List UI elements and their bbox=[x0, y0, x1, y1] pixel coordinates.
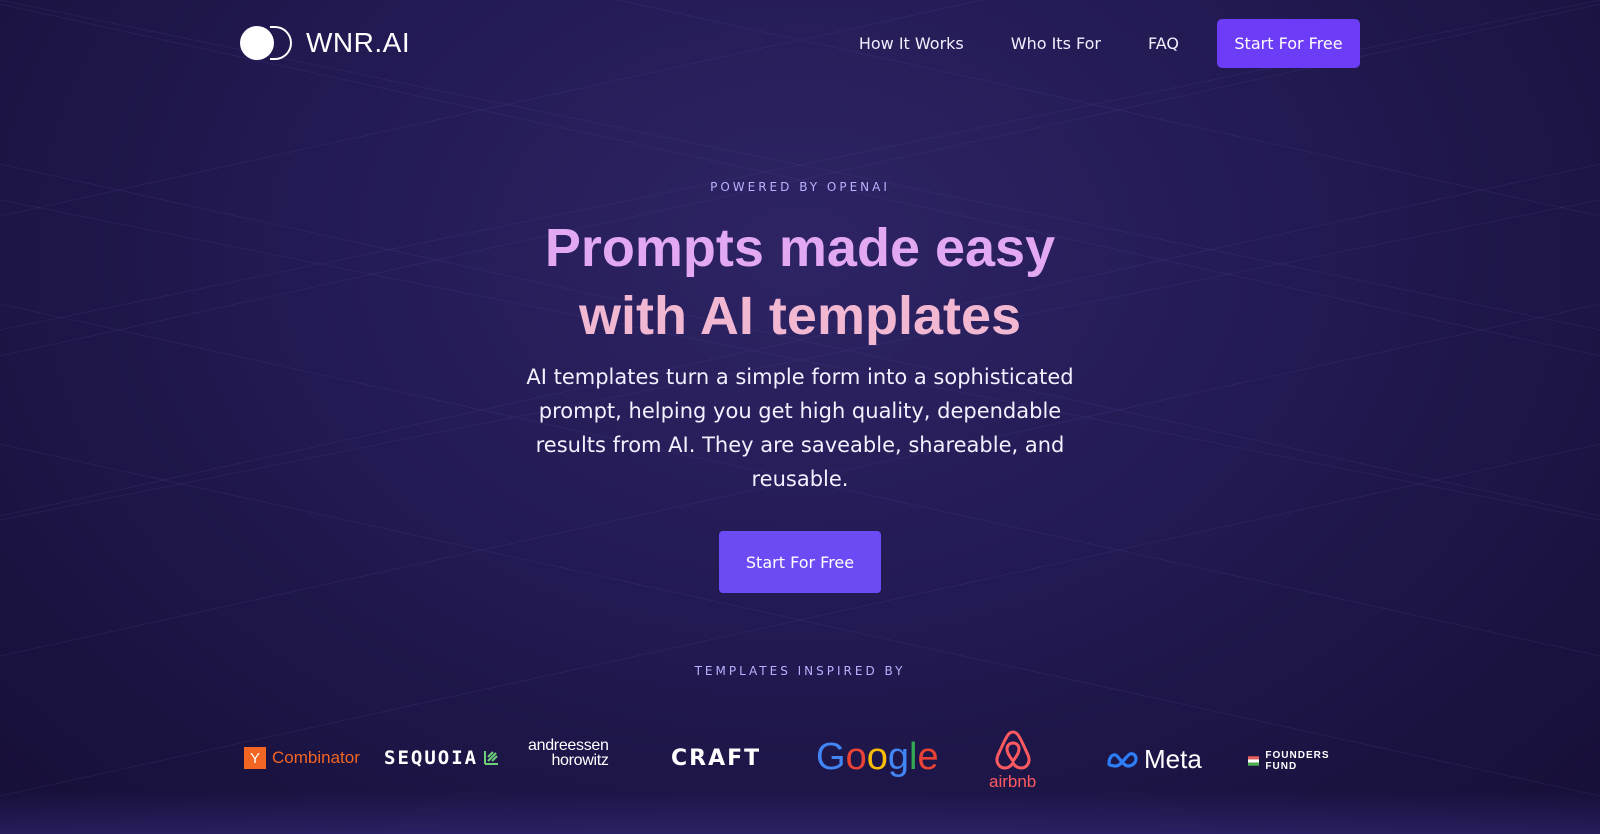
a16z-line-2: horowitz bbox=[551, 752, 609, 769]
craft-logo: CRAFT bbox=[671, 746, 761, 771]
nav-link-faq[interactable]: FAQ bbox=[1148, 34, 1179, 53]
hero-start-button[interactable]: Start For Free bbox=[719, 531, 881, 593]
hero-eyebrow: POWERED BY OPENAI bbox=[710, 180, 890, 194]
hero-subtext: AI templates turn a simple form into a s… bbox=[526, 365, 1074, 491]
sequoia-leaf-icon bbox=[484, 751, 499, 765]
airbnb-belo-icon bbox=[995, 730, 1031, 770]
bottom-glow bbox=[0, 790, 1600, 834]
hero-headline: Prompts made easy with AI templates bbox=[0, 214, 1600, 350]
google-logo: Google bbox=[816, 736, 939, 779]
ycombinator-mark-icon: Y bbox=[244, 747, 266, 769]
sequoia-text: SEQUOIA bbox=[384, 747, 479, 769]
meta-logo: Meta bbox=[1106, 744, 1202, 775]
meta-infinity-icon bbox=[1107, 751, 1138, 768]
craft-text: CRAFT bbox=[671, 746, 762, 771]
google-letter: o bbox=[845, 736, 867, 778]
google-letter: e bbox=[917, 736, 939, 778]
ycombinator-text: Combinator bbox=[272, 748, 360, 767]
google-letter: G bbox=[816, 736, 846, 778]
a16z-line-1: andreessen bbox=[528, 737, 609, 754]
site-header: WNR.AI How It Works Who Its For FAQ Star… bbox=[0, 0, 1600, 86]
airbnb-logo: airbnb bbox=[989, 728, 1036, 792]
headline-line-1: Prompts made easy bbox=[544, 218, 1056, 278]
founders-fund-flag-icon bbox=[1248, 756, 1260, 766]
nav-link-who-its-for[interactable]: Who Its For bbox=[1011, 34, 1101, 53]
google-letter: g bbox=[887, 736, 909, 778]
ycombinator-logo: Y Combinator bbox=[244, 747, 360, 769]
google-letter: o bbox=[866, 736, 888, 778]
nav-link-how-it-works[interactable]: How It Works bbox=[859, 34, 964, 53]
founders-fund-text: FOUNDERS FUND bbox=[1265, 750, 1330, 772]
main-nav: How It Works Who Its For FAQ Start For F… bbox=[859, 19, 1360, 68]
inspired-by-label: TEMPLATES INSPIRED BY bbox=[694, 664, 906, 678]
logo-mark-icon bbox=[240, 24, 292, 62]
logo-text: WNR.AI bbox=[306, 27, 411, 58]
founders-fund-logo: FOUNDERS FUND bbox=[1248, 750, 1360, 772]
airbnb-text: airbnb bbox=[989, 772, 1037, 791]
meta-text: Meta bbox=[1144, 744, 1202, 774]
brand-logo[interactable]: WNR.AI bbox=[240, 24, 410, 62]
headline-line-2: with AI templates bbox=[578, 286, 1022, 346]
brand-logo-strip: Y Combinator SEQUOIA andreessen horowitz… bbox=[240, 722, 1360, 792]
google-letter: l bbox=[908, 736, 918, 778]
a16z-logo: andreessen horowitz bbox=[528, 737, 609, 769]
sequoia-logo: SEQUOIA bbox=[384, 747, 499, 769]
header-start-button[interactable]: Start For Free bbox=[1217, 19, 1360, 68]
